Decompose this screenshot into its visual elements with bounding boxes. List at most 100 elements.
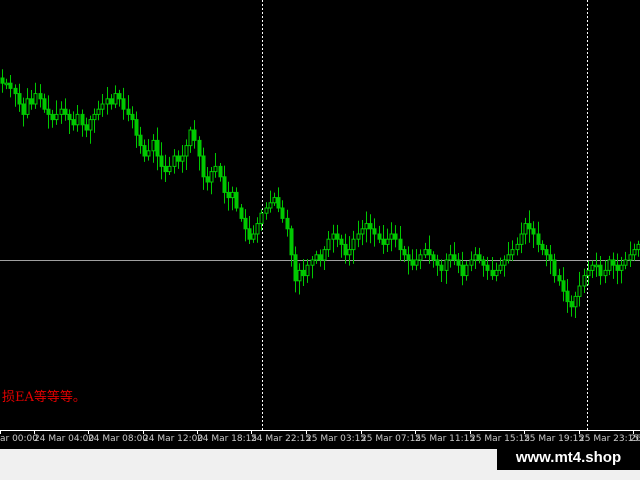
candle-body xyxy=(234,191,239,209)
candle-body xyxy=(586,269,591,277)
candle-body xyxy=(117,93,122,100)
candle-body xyxy=(33,93,38,105)
candle-body xyxy=(615,264,620,271)
candle-body xyxy=(192,129,197,141)
candle-body xyxy=(109,98,114,105)
candle-body xyxy=(481,259,486,266)
x-tick-label: 25 Mar 07:15 xyxy=(361,434,422,444)
candle-body xyxy=(427,249,432,256)
candle-body xyxy=(255,223,260,235)
candle-body xyxy=(490,269,495,277)
candle-body xyxy=(523,223,528,235)
candle-body xyxy=(184,145,189,157)
candle-body xyxy=(197,139,202,157)
candle-body xyxy=(167,165,172,173)
candle-body xyxy=(222,176,227,193)
candle-body xyxy=(305,264,310,277)
candle-body xyxy=(142,145,147,157)
candle-body xyxy=(477,254,482,261)
candle-body xyxy=(289,228,294,256)
candle-body xyxy=(218,165,223,178)
x-tick-label: 25 Mar 03:15 xyxy=(306,434,367,444)
candle-body xyxy=(389,233,394,240)
candle-body xyxy=(293,254,298,282)
candle-body xyxy=(113,93,118,105)
candle-body xyxy=(134,119,139,136)
candle-body xyxy=(0,77,5,84)
candle-body xyxy=(13,87,18,95)
candle-body xyxy=(297,269,302,282)
candle-body xyxy=(272,197,277,204)
candle-body xyxy=(552,259,557,277)
candle-body xyxy=(347,249,352,256)
candle-body xyxy=(561,280,566,292)
candle-body xyxy=(598,264,603,277)
candle-body xyxy=(176,155,181,162)
candle-body xyxy=(460,264,465,277)
candle-body xyxy=(628,254,633,261)
candle-body xyxy=(151,139,156,152)
candle-body xyxy=(519,233,524,245)
candle-body xyxy=(264,207,269,214)
candle-body xyxy=(498,264,503,271)
candle-body xyxy=(448,254,453,261)
candle-body xyxy=(205,176,210,183)
x-tick-label: 25 Mar 15:15 xyxy=(470,434,531,444)
candle-body xyxy=(314,254,319,261)
candle-body xyxy=(510,249,515,256)
candle-body xyxy=(280,207,285,219)
candle-body xyxy=(226,191,231,199)
candle-body xyxy=(527,223,532,230)
candle-body xyxy=(268,202,273,209)
candle-body xyxy=(372,228,377,235)
candle-body xyxy=(607,259,612,271)
candle-body xyxy=(96,108,101,115)
candle-body xyxy=(285,217,290,230)
x-tick-label: 24 Mar 18:15 xyxy=(197,434,258,444)
candle-body xyxy=(611,259,616,266)
candle-body xyxy=(506,254,511,261)
candle-body xyxy=(100,103,105,110)
candle-body xyxy=(351,238,356,251)
candle-body xyxy=(452,254,457,261)
candle-body xyxy=(42,98,47,110)
candle-body xyxy=(172,155,177,167)
candle-body xyxy=(573,295,578,308)
candle-body xyxy=(377,233,382,240)
candle-body xyxy=(557,275,562,282)
candle-body xyxy=(444,259,449,271)
candle-body xyxy=(356,233,361,240)
candle-body xyxy=(259,212,264,225)
candle-body xyxy=(121,98,126,110)
candle-body xyxy=(381,238,386,245)
candle-body xyxy=(130,113,135,121)
candle-body xyxy=(88,119,93,131)
candle-body xyxy=(105,98,110,105)
candle-body xyxy=(603,269,608,277)
candle-body xyxy=(423,249,428,256)
candle-body xyxy=(536,233,541,245)
candle-body xyxy=(494,269,499,277)
candle-body xyxy=(54,113,59,121)
candle-body xyxy=(569,301,574,308)
chart-window[interactable]: 损EA等等等。 www.mt4.shop ar 00:00 24 Mar 04:0… xyxy=(0,0,640,480)
chart-comment-text: 损EA等等等。 xyxy=(2,390,86,405)
candle-body xyxy=(63,108,68,115)
candle-body xyxy=(582,275,587,287)
candle-body xyxy=(623,259,628,266)
candle-body xyxy=(368,223,373,230)
candle-body xyxy=(21,103,26,115)
candle-body xyxy=(439,264,444,271)
candle-body xyxy=(322,249,327,261)
candle-body xyxy=(17,93,22,105)
candle-body xyxy=(46,108,51,115)
candlestick-chart[interactable] xyxy=(0,0,640,480)
candle-body xyxy=(301,269,306,277)
candle-body xyxy=(213,165,218,173)
candle-body xyxy=(326,238,331,251)
candle-body xyxy=(594,264,599,268)
candle-body xyxy=(276,197,281,209)
x-tick-label: 24 Mar 22:15 xyxy=(251,434,312,444)
candle-body xyxy=(84,124,89,131)
candle-body xyxy=(230,191,235,199)
